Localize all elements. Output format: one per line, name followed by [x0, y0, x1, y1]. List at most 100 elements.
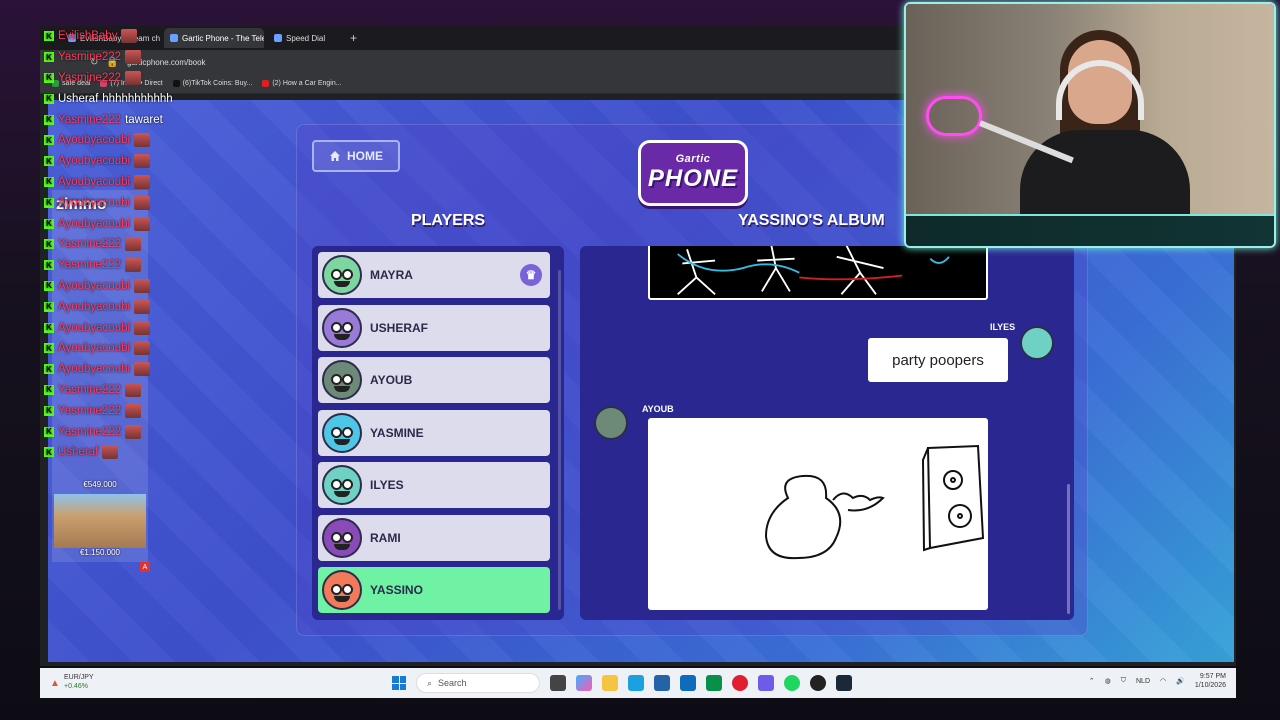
author-tag-ilyes: ILYES — [990, 322, 1016, 332]
taskbar-search[interactable]: ⌕ Search — [416, 673, 540, 693]
chat-username[interactable]: Ayoubyacoubi — [58, 134, 130, 146]
windows-start-icon[interactable] — [392, 676, 406, 690]
home-label: HOME — [347, 149, 383, 163]
author-avatar-ilyes — [1020, 326, 1054, 360]
chat-username[interactable]: Ayoubyacoubi — [58, 322, 130, 334]
shield-icon[interactable]: ⛉ — [1121, 677, 1126, 685]
player-avatar — [322, 517, 362, 558]
chat-text: tawaret — [125, 113, 163, 126]
chat-username[interactable]: Ayoubyacoubi — [58, 363, 130, 375]
emote-icon — [125, 258, 142, 273]
player-rami[interactable]: RAMI — [318, 514, 550, 561]
chat-username[interactable]: Ayoubyacoubi — [58, 218, 130, 230]
emote-icon — [134, 299, 151, 314]
volume-icon[interactable]: 🔊 — [1176, 677, 1185, 685]
chat-username[interactable]: Usheraf — [58, 446, 98, 458]
chat-text: hhhhhhhhhhh — [102, 92, 173, 105]
emote-icon — [134, 133, 151, 148]
streamer-body — [1020, 130, 1190, 214]
taskbar-apps: ⌕ Search — [392, 673, 852, 693]
player-usheraf[interactable]: USHERAF — [318, 304, 550, 351]
chat-message: K Yasmine222 — [44, 234, 224, 255]
search-placeholder: Search — [438, 678, 467, 688]
album-scrollbar[interactable] — [1067, 484, 1070, 614]
players-scrollbar[interactable] — [558, 270, 561, 610]
chat-username[interactable]: Yasmine222 — [58, 72, 121, 84]
player-mayra[interactable]: MAYRA ♛ — [318, 252, 550, 298]
chat-username[interactable]: Yasmine222 — [58, 405, 121, 417]
obs-icon[interactable] — [810, 675, 826, 691]
chat-message: K Ayoubyacoubi — [44, 213, 224, 234]
stream-chat: K EvilishBaby K Yasmine222 K Yasmine222 K Usher… — [44, 26, 224, 586]
player-yasmine[interactable]: YASMINE — [318, 409, 550, 456]
chat-username[interactable]: Ayoubyacoubi — [58, 342, 130, 354]
steam-icon[interactable] — [836, 675, 852, 691]
discord-icon[interactable] — [758, 675, 774, 691]
opera-icon[interactable] — [732, 675, 748, 691]
chat-username[interactable]: Yasmine222 — [58, 259, 121, 271]
task-view-icon[interactable] — [550, 675, 566, 691]
stock-ticker[interactable]: ▲ EUR/JPY +0.46% — [50, 673, 94, 691]
chat-username[interactable]: Yasmine222 — [58, 51, 121, 63]
tab-speed-dial[interactable]: Speed Dial — [268, 28, 338, 48]
emote-icon — [125, 237, 142, 252]
player-yassino[interactable]: YASSINO — [318, 567, 550, 613]
wifi-icon[interactable]: ◠ — [1160, 677, 1166, 685]
chat-username[interactable]: Ayoubyacoubi — [58, 155, 130, 167]
author-tag-ayoub: AYOUB — [642, 404, 674, 414]
player-name: RAMI — [370, 530, 401, 545]
outlook-icon[interactable] — [680, 675, 696, 691]
chat-username[interactable]: Yasmine222 — [58, 238, 121, 250]
spotify-icon[interactable] — [784, 675, 800, 691]
new-tab-button[interactable]: + — [350, 31, 357, 45]
chevron-up-icon[interactable]: ⌃ — [1089, 677, 1095, 685]
kick-badge-icon: K — [44, 135, 54, 146]
kick-badge-icon: K — [44, 93, 54, 104]
kick-icon[interactable] — [706, 675, 722, 691]
chat-username[interactable]: Usheraf — [58, 93, 98, 105]
chat-message: K Ayoubyacoubi — [44, 359, 224, 380]
lang-indicator[interactable]: NLD — [1136, 678, 1150, 685]
flame-icon: ▲ — [50, 678, 60, 689]
clock[interactable]: 9:57 PM 1/10/2026 — [1195, 672, 1226, 690]
player-name: AYOUB — [370, 373, 413, 387]
taskbar: ▲ EUR/JPY +0.46% ⌕ Search ⌃ ◍ ⛉ NLD ◠ 🔊 … — [40, 668, 1236, 698]
store-icon[interactable] — [654, 675, 670, 691]
kick-badge-icon: K — [44, 218, 54, 229]
kick-badge-icon: K — [44, 31, 54, 42]
file-explorer-icon[interactable] — [602, 675, 618, 691]
copilot-icon[interactable] — [576, 675, 592, 691]
player-name: YASSINO — [370, 583, 423, 597]
player-avatar — [322, 412, 362, 453]
chat-username[interactable]: Ayoubyacoubi — [58, 197, 130, 209]
chat-message: K Ayoubyacoubi — [44, 276, 224, 297]
home-button[interactable]: HOME — [312, 140, 400, 172]
crown-icon: ♛ — [520, 264, 542, 286]
bookmark-label: (2) How a Car Engin... — [272, 80, 342, 87]
players-title: PLAYERS — [410, 212, 486, 229]
kick-badge-icon: K — [44, 114, 54, 125]
kick-badge-icon: K — [44, 364, 54, 375]
chat-username[interactable]: EvilishBaby — [58, 30, 117, 42]
network-icon[interactable]: ◍ — [1105, 677, 1111, 685]
youtube-icon — [262, 80, 270, 87]
emote-icon — [134, 320, 151, 335]
chat-username[interactable]: Ayoubyacoubi — [58, 176, 130, 188]
author-avatar-ayoub — [594, 406, 628, 440]
chat-username[interactable]: Ayoubyacoubi — [58, 280, 130, 292]
player-ilyes[interactable]: ILYES — [318, 462, 550, 508]
kick-badge-icon: K — [44, 384, 54, 395]
ticker-change: +0.46% — [64, 683, 88, 690]
chat-username[interactable]: Yasmine222 — [58, 426, 121, 438]
tab-label: Speed Dial — [286, 33, 326, 43]
chat-username[interactable]: Ayoubyacoubi — [58, 301, 130, 313]
kick-badge-icon: K — [44, 343, 54, 354]
player-ayoub[interactable]: AYOUB — [318, 357, 550, 403]
emote-icon — [134, 216, 151, 231]
chat-username[interactable]: Yasmine222 — [58, 384, 121, 396]
edge-icon[interactable] — [628, 675, 644, 691]
chat-message: K Ayoubyacoubi — [44, 192, 224, 213]
system-tray: ⌃ ◍ ⛉ NLD ◠ 🔊 9:57 PM 1/10/2026 — [1089, 672, 1226, 690]
bookmark-youtube[interactable]: (2) How a Car Engin... — [262, 80, 342, 87]
chat-username[interactable]: Yasmine222 — [58, 114, 121, 126]
